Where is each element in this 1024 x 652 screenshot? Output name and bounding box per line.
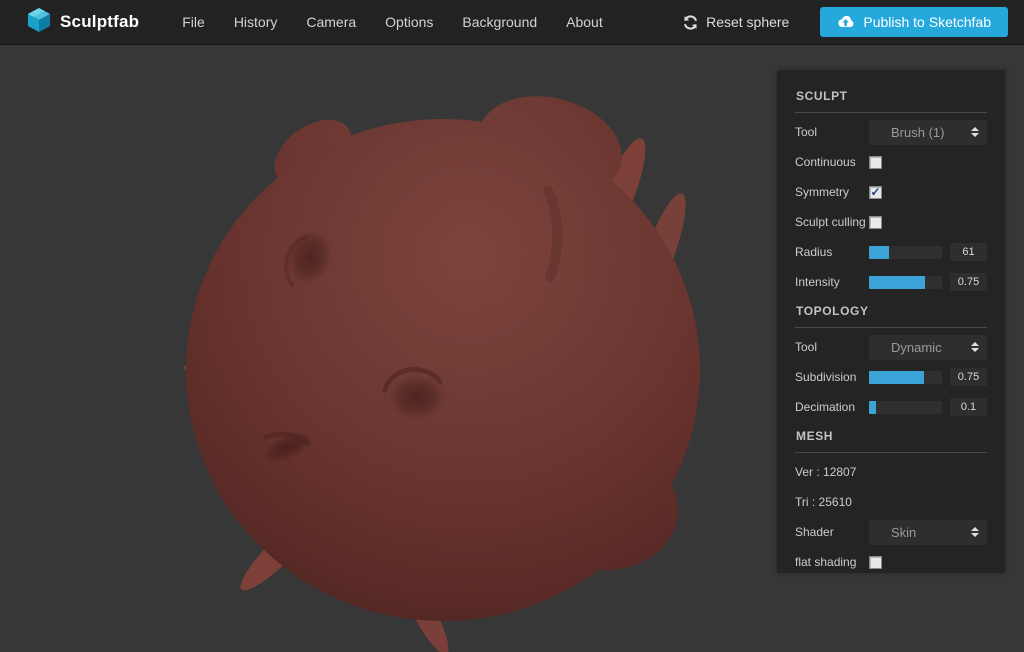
sculpt-viewport[interactable]: SCULPT Tool Brush (1) Continuous Symmetr… — [0, 45, 1024, 652]
divider — [795, 112, 987, 113]
shader-value: Skin — [891, 525, 916, 540]
subdivision-slider-fill — [869, 371, 924, 384]
menu-item-history[interactable]: History — [234, 14, 278, 30]
flat-shading-label: flat shading — [795, 555, 869, 569]
topology-tool-value: Dynamic — [891, 340, 942, 355]
menu-item-background[interactable]: Background — [462, 14, 537, 30]
shader-label: Shader — [795, 525, 869, 539]
decimation-value[interactable]: 0.1 — [950, 398, 987, 416]
shader-row: Shader Skin — [795, 517, 987, 547]
decimation-label: Decimation — [795, 400, 869, 414]
topology-tool-select[interactable]: Dynamic — [869, 335, 987, 360]
radius-value[interactable]: 61 — [950, 243, 987, 261]
topbar: Sculptfab File History Camera Options Ba… — [0, 0, 1024, 45]
symmetry-label: Symmetry — [795, 185, 869, 199]
app-logo[interactable]: Sculptfab — [0, 7, 139, 38]
cloud-upload-icon — [837, 15, 854, 29]
subdivision-value[interactable]: 0.75 — [950, 368, 987, 386]
sculpt-culling-checkbox[interactable] — [869, 216, 882, 229]
subdivision-label: Subdivision — [795, 370, 869, 384]
subdivision-row: Subdivision 0.75 — [795, 362, 987, 392]
intensity-label: Intensity — [795, 275, 869, 289]
sculpt-culling-label: Sculpt culling — [795, 215, 869, 229]
triangle-count: Tri : 25610 — [795, 487, 987, 517]
publish-label: Publish to Sketchfab — [863, 14, 991, 30]
menu-item-about[interactable]: About — [566, 14, 603, 30]
radius-row: Radius 61 — [795, 237, 987, 267]
menu-item-options[interactable]: Options — [385, 14, 433, 30]
app-title: Sculptfab — [60, 12, 139, 32]
reset-sphere-label: Reset sphere — [706, 14, 789, 30]
sculpt-tool-label: Tool — [795, 125, 869, 139]
menu-item-file[interactable]: File — [182, 14, 205, 30]
topbar-right: Reset sphere Publish to Sketchfab — [683, 7, 1024, 37]
decimation-slider[interactable] — [869, 401, 942, 414]
radius-slider[interactable] — [869, 246, 942, 259]
refresh-icon — [683, 15, 698, 30]
publish-to-sketchfab-button[interactable]: Publish to Sketchfab — [820, 7, 1008, 37]
intensity-value[interactable]: 0.75 — [950, 273, 987, 291]
intensity-slider-fill — [869, 276, 925, 289]
sculpt-culling-row: Sculpt culling — [795, 207, 987, 237]
updown-arrows-icon — [971, 342, 979, 352]
main-menu: File History Camera Options Background A… — [182, 14, 602, 30]
topology-section-title: TOPOLOGY — [795, 301, 987, 327]
intensity-slider[interactable] — [869, 276, 942, 289]
decimation-slider-fill — [869, 401, 876, 414]
sculptfab-cube-icon — [27, 7, 51, 38]
settings-panel: SCULPT Tool Brush (1) Continuous Symmetr… — [777, 70, 1005, 573]
symmetry-row: Symmetry ✓ — [795, 177, 987, 207]
topology-tool-row: Tool Dynamic — [795, 332, 987, 362]
flat-shading-checkbox[interactable] — [869, 556, 882, 569]
sculpt-tool-select[interactable]: Brush (1) — [869, 120, 987, 145]
flat-shading-row: flat shading — [795, 547, 987, 577]
mesh-section-title: MESH — [795, 426, 987, 452]
radius-slider-fill — [869, 246, 889, 259]
sculpt-section-title: SCULPT — [795, 86, 987, 112]
subdivision-slider[interactable] — [869, 371, 942, 384]
divider — [795, 452, 987, 453]
updown-arrows-icon — [971, 127, 979, 137]
continuous-checkbox[interactable] — [869, 156, 882, 169]
vertex-count: Ver : 12807 — [795, 457, 987, 487]
sculpt-tool-row: Tool Brush (1) — [795, 117, 987, 147]
intensity-row: Intensity 0.75 — [795, 267, 987, 297]
continuous-row: Continuous — [795, 147, 987, 177]
shader-select[interactable]: Skin — [869, 520, 987, 545]
radius-label: Radius — [795, 245, 869, 259]
continuous-label: Continuous — [795, 155, 869, 169]
symmetry-checkbox[interactable]: ✓ — [869, 186, 882, 199]
reset-sphere-button[interactable]: Reset sphere — [683, 14, 789, 30]
decimation-row: Decimation 0.1 — [795, 392, 987, 422]
updown-arrows-icon — [971, 527, 979, 537]
sculpt-tool-value: Brush (1) — [891, 125, 944, 140]
topology-tool-label: Tool — [795, 340, 869, 354]
menu-item-camera[interactable]: Camera — [306, 14, 356, 30]
divider — [795, 327, 987, 328]
